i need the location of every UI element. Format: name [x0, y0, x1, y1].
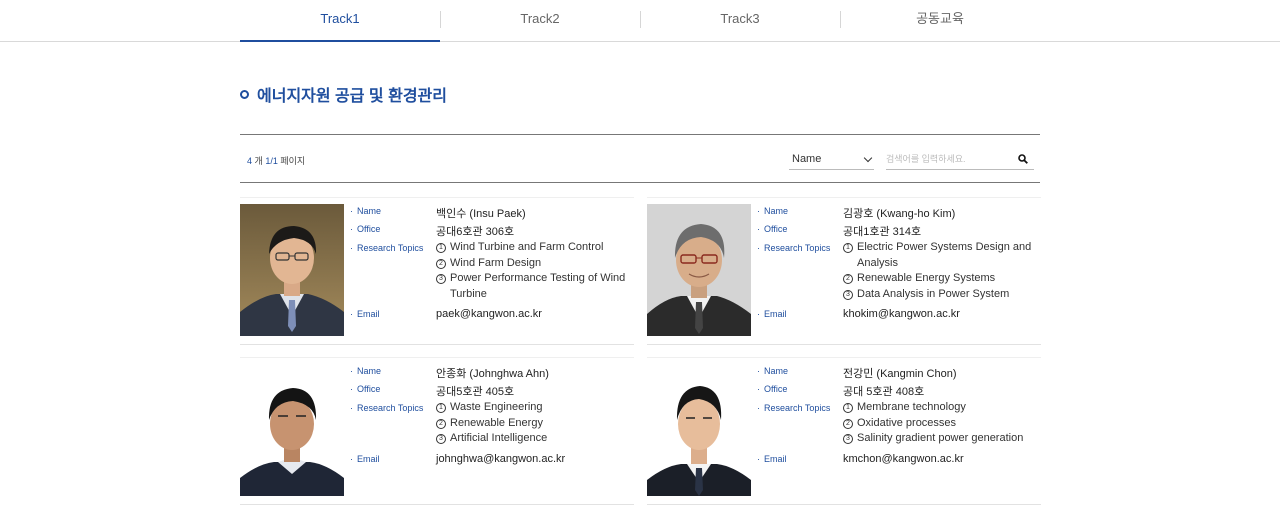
person-name: 김광호 (Kwang-ho Kim)	[843, 208, 956, 220]
topics-label: Research Topics	[350, 243, 423, 253]
topic-item: 3 Salinity gradient power generation	[843, 431, 1039, 447]
topic-list: 1 Membrane technology 2 Oxidative processe…	[843, 400, 1039, 447]
tab-track3[interactable]: Track3	[640, 0, 840, 42]
person-email[interactable]: paek@kangwon.ac.kr	[436, 308, 542, 320]
topics-label: Research Topics	[350, 403, 423, 413]
topic-list: 1 Wind Turbine and Farm Control 2 Wind Far…	[436, 240, 632, 302]
office-label: Office	[350, 384, 380, 394]
topic-item: 3 Artificial Intelligence	[436, 431, 632, 447]
result-count: 4 개 1/1 페이지	[247, 154, 305, 167]
tab-track2[interactable]: Track2	[440, 0, 640, 42]
section-heading: 에너지자원 공급 및 환경관리	[240, 82, 447, 106]
chevron-down-icon	[863, 153, 873, 163]
topics-label: Research Topics	[757, 243, 830, 253]
name-label: Name	[757, 206, 788, 216]
email-label: Email	[350, 309, 380, 319]
email-label: Email	[757, 454, 787, 464]
tab-track1[interactable]: Track1	[240, 0, 440, 42]
topic-item: 3 Power Performance Testing of Wind Turbi…	[436, 271, 632, 302]
office-label: Office	[757, 224, 787, 234]
circle-bullet-icon	[240, 89, 249, 99]
profile-photo	[647, 364, 751, 496]
profile-photo	[240, 364, 344, 496]
name-label: Name	[350, 206, 381, 216]
count-number: 4	[247, 156, 253, 166]
office-label: Office	[757, 384, 787, 394]
topics-label: Research Topics	[757, 403, 830, 413]
person-email[interactable]: kmchon@kangwon.ac.kr	[843, 453, 964, 465]
page-number: 1/1	[265, 156, 278, 166]
topic-item: 3 Data Analysis in Power System	[843, 287, 1039, 303]
search-box	[886, 149, 1034, 170]
topic-item: 2 Renewable Energy Systems	[843, 271, 1039, 287]
faculty-card: Name Office Research Topics Email 백인수 (I…	[240, 197, 634, 345]
search-field-select[interactable]: Name	[789, 149, 874, 170]
name-label: Name	[757, 366, 788, 376]
topic-item: 1 Wind Turbine and Farm Control	[436, 240, 632, 256]
page-title: 에너지자원 공급 및 환경관리	[257, 88, 447, 105]
search-input[interactable]	[886, 149, 1011, 169]
count-unit: 개	[254, 156, 263, 166]
person-name: 안종화 (Johnghwa Ahn)	[436, 368, 549, 380]
person-email[interactable]: khokim@kangwon.ac.kr	[843, 308, 960, 320]
topic-item: 1 Membrane technology	[843, 400, 1039, 416]
faculty-card: Name Office Research Topics Email 안종화 (J…	[240, 357, 634, 505]
person-email[interactable]: johnghwa@kangwon.ac.kr	[436, 453, 565, 465]
person-name: 백인수 (Insu Paek)	[436, 208, 526, 220]
person-office: 공대5호관 405호	[436, 386, 515, 398]
person-office: 공대 5호관 408호	[843, 386, 925, 398]
name-label: Name	[350, 366, 381, 376]
topic-list: 1 Waste Engineering 2 Renewable Energy 3 Ar…	[436, 400, 632, 447]
search-icon[interactable]	[1018, 154, 1028, 164]
profile-photo	[647, 204, 751, 336]
faculty-card: Name Office Research Topics Email 전강민 (K…	[647, 357, 1041, 505]
page-unit: 페이지	[280, 156, 306, 166]
tab-joint-education[interactable]: 공동교육	[840, 0, 1040, 42]
person-office: 공대6호관 306호	[436, 226, 515, 238]
topic-item: 2 Wind Farm Design	[436, 256, 632, 272]
profile-photo	[240, 204, 344, 336]
topic-item: 2 Renewable Energy	[436, 416, 632, 432]
faculty-card: Name Office Research Topics Email 김광호 (K…	[647, 197, 1041, 345]
track-tabs: Track1 Track2 Track3 공동교육	[0, 0, 1280, 42]
topic-item: 2 Oxidative processes	[843, 416, 1039, 432]
email-label: Email	[757, 309, 787, 319]
person-name: 전강민 (Kangmin Chon)	[843, 368, 957, 380]
email-label: Email	[350, 454, 380, 464]
topic-item: 1 Waste Engineering	[436, 400, 632, 416]
list-toolbar: 4 개 1/1 페이지 Name	[240, 134, 1040, 183]
office-label: Office	[350, 224, 380, 234]
topic-list: 1 Electric Power Systems Design and Analy…	[843, 240, 1039, 302]
select-value: Name	[792, 153, 822, 165]
person-office: 공대1호관 314호	[843, 226, 922, 238]
topic-item: 1 Electric Power Systems Design and Analy…	[843, 240, 1039, 271]
